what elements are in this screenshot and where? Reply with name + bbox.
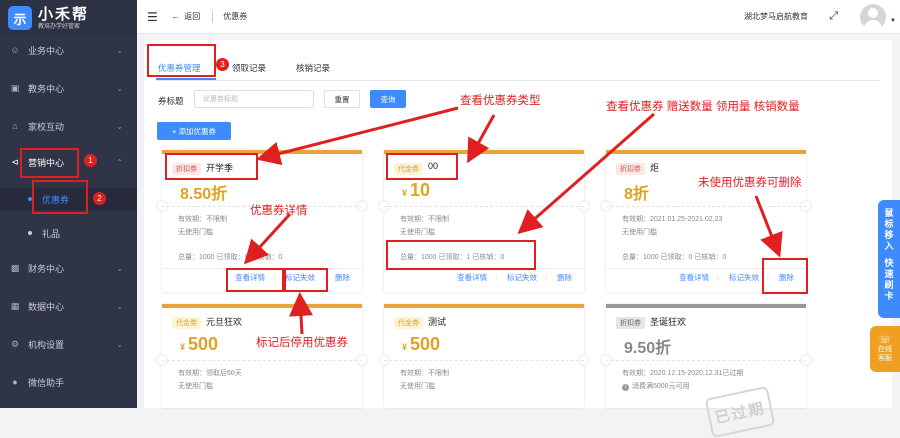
annotation-arrow [467,114,496,164]
annotation-arrow [256,106,459,166]
annotation-text: 未使用优惠券可删除 [698,177,802,189]
annotation-text: 标记后停用优惠券 [256,337,348,349]
annotation-arrows [243,106,783,335]
annotation-arrow [754,195,783,258]
annotation-arrow [289,292,313,335]
annotation-arrow [517,112,655,234]
annotation-text: 查看优惠券 赠送数量 领用量 核销数量 [606,101,800,113]
annotation-text: 查看优惠券类型 [460,95,541,107]
annotation-text: 优惠券详情 [250,205,308,217]
annotation-arrow [243,212,292,265]
